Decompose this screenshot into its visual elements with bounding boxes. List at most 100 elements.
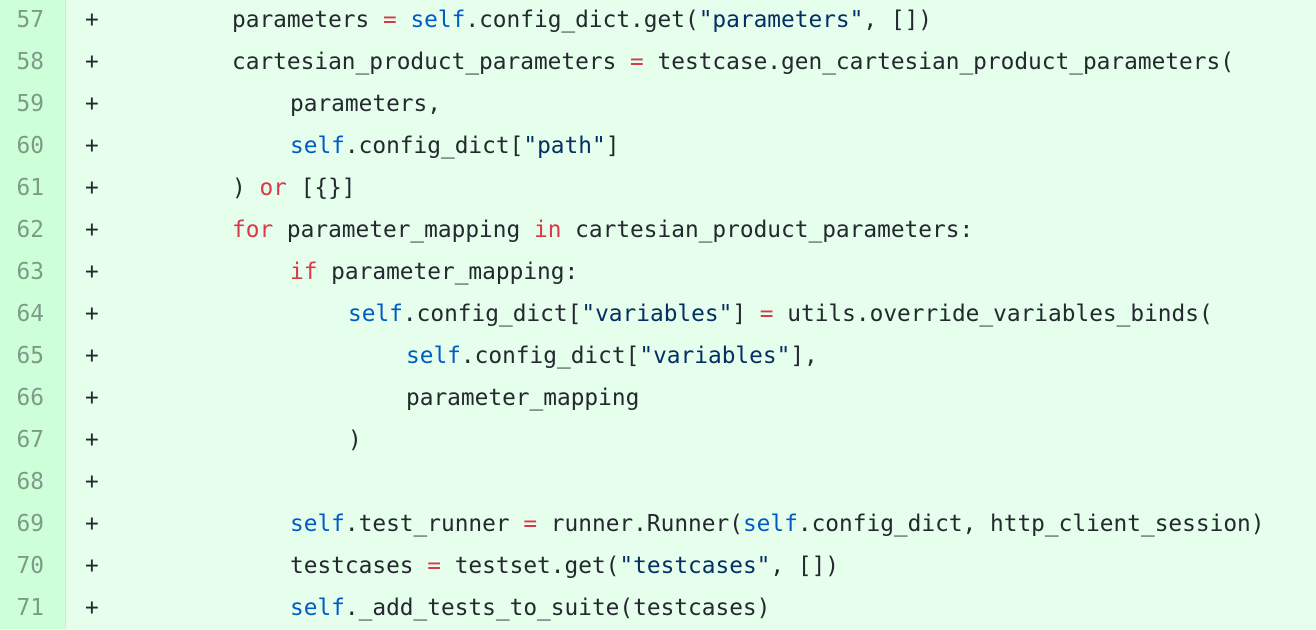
line-number[interactable]: 59 <box>0 83 66 125</box>
diff-line: 64 + self.config_dict["variables"] = utils… <box>0 293 1316 335</box>
line-code: + self.config_dict["path"] <box>66 125 1316 167</box>
addition-marker: + <box>85 217 99 243</box>
line-number[interactable]: 69 <box>0 503 66 545</box>
code-token: ] <box>732 301 760 327</box>
code-token: ) <box>232 175 260 201</box>
code-token: ], <box>790 343 818 369</box>
diff-line: 67 +) <box>0 419 1316 461</box>
line-number[interactable]: 71 <box>0 587 66 629</box>
code-diff-view: 57 + parameters = self.config_dict.get("pa… <box>0 0 1316 630</box>
code-token: .config_dict[ <box>344 133 524 159</box>
line-code: +) <box>66 419 1316 461</box>
code-token: testcases <box>290 553 428 579</box>
addition-marker: + <box>85 511 99 537</box>
code-token: "testcases" <box>619 553 771 579</box>
diff-line: 70 + testcases = testset.get("testcases", … <box>0 545 1316 587</box>
addition-marker: + <box>85 259 99 285</box>
code-token: , []) <box>770 553 840 579</box>
addition-marker: + <box>85 7 99 33</box>
line-number[interactable]: 67 <box>0 419 66 461</box>
addition-marker: + <box>85 469 99 495</box>
line-number[interactable]: 65 <box>0 335 66 377</box>
addition-marker: + <box>85 133 99 159</box>
addition-marker: + <box>85 553 99 579</box>
code-token: parameter_mapping <box>406 385 640 411</box>
code-token: self <box>406 343 461 369</box>
line-number[interactable]: 68 <box>0 461 66 503</box>
line-number[interactable]: 57 <box>0 0 66 41</box>
addition-marker: + <box>85 49 99 75</box>
line-code: + parameters = self.config_dict.get("para… <box>66 0 1316 41</box>
line-code: + self.config_dict["variables"] = utils.o… <box>66 293 1316 335</box>
line-number[interactable]: 64 <box>0 293 66 335</box>
line-number[interactable]: 60 <box>0 125 66 167</box>
code-token: testcase.gen_cartesian_product_parameter… <box>643 49 1234 75</box>
code-token: utils.override_variables_binds( <box>773 301 1213 327</box>
code-token: testset.get( <box>440 553 620 579</box>
line-number[interactable]: 58 <box>0 41 66 83</box>
line-code: +) or [{}] <box>66 167 1316 209</box>
line-code: + self.test_runner = runner.Runner(self.c… <box>66 503 1316 545</box>
diff-line: 61 +) or [{}] <box>0 167 1316 209</box>
code-token: , []) <box>863 7 933 33</box>
line-code: + testcases = testset.get("testcases", []… <box>66 545 1316 587</box>
code-token: self <box>742 511 798 537</box>
line-code: + parameters, <box>66 83 1316 125</box>
addition-marker: + <box>85 595 99 621</box>
line-number[interactable]: 70 <box>0 545 66 587</box>
addition-marker: + <box>85 175 99 201</box>
code-token: cartesian_product_parameters: <box>561 217 974 243</box>
diff-line: 63 + if parameter_mapping: <box>0 251 1316 293</box>
code-token: "parameters" <box>698 7 864 33</box>
line-code: + cartesian_product_parameters = testcase… <box>66 41 1316 83</box>
line-code: + <box>66 461 1316 503</box>
code-token: self <box>348 301 403 327</box>
code-token: .test_runner <box>344 511 524 537</box>
line-code: + self.config_dict["variables"], <box>66 335 1316 377</box>
code-token: = <box>382 7 397 33</box>
line-code: + parameter_mapping <box>66 377 1316 419</box>
addition-marker: + <box>85 91 99 117</box>
code-token: "variables" <box>581 301 733 327</box>
code-token: = <box>523 511 538 537</box>
diff-line: 68 + <box>0 461 1316 503</box>
line-number[interactable]: 62 <box>0 209 66 251</box>
line-number[interactable]: 61 <box>0 167 66 209</box>
code-token: self <box>290 595 345 621</box>
line-code: + self._add_tests_to_suite(testcases) <box>66 587 1316 629</box>
code-token: ._add_tests_to_suite(testcases) <box>344 595 771 621</box>
diff-line: 59 + parameters, <box>0 83 1316 125</box>
diff-line: 57 + parameters = self.config_dict.get("pa… <box>0 0 1316 41</box>
code-token: = <box>630 49 644 75</box>
diff-line: 58 + cartesian_product_parameters = testca… <box>0 41 1316 83</box>
line-number[interactable]: 63 <box>0 251 66 293</box>
code-token: for <box>232 217 274 243</box>
code-token: "variables" <box>639 343 791 369</box>
code-token: ] <box>605 133 620 159</box>
code-token: self <box>410 7 466 33</box>
code-token: "path" <box>523 133 606 159</box>
line-number[interactable]: 66 <box>0 377 66 419</box>
code-token: = <box>427 553 441 579</box>
code-token: .config_dict[ <box>460 343 640 369</box>
addition-marker: + <box>85 301 99 327</box>
code-token: .config_dict, http_client_session) <box>797 511 1265 537</box>
code-token: [{}] <box>286 175 356 201</box>
code-token: if <box>290 259 318 285</box>
diff-line: 65 + self.config_dict["variables"], <box>0 335 1316 377</box>
diff-line: 62 + for parameter_mapping in cartesian_pr… <box>0 209 1316 251</box>
code-token: cartesian_product_parameters <box>232 49 631 75</box>
code-token: parameters <box>232 7 383 33</box>
diff-line: 66 + parameter_mapping <box>0 377 1316 419</box>
addition-marker: + <box>85 385 99 411</box>
line-code: + for parameter_mapping in cartesian_prod… <box>66 209 1316 251</box>
code-token: .config_dict[ <box>402 301 582 327</box>
diff-line: 69 + self.test_runner = runner.Runner(self… <box>0 503 1316 545</box>
code-token: parameter_mapping: <box>317 259 579 285</box>
code-token: ) <box>348 427 362 453</box>
code-token: self <box>290 511 345 537</box>
code-token: runner.Runner( <box>537 511 743 537</box>
code-token: parameter_mapping <box>273 217 534 243</box>
diff-line: 71 + self._add_tests_to_suite(testcases) <box>0 587 1316 629</box>
